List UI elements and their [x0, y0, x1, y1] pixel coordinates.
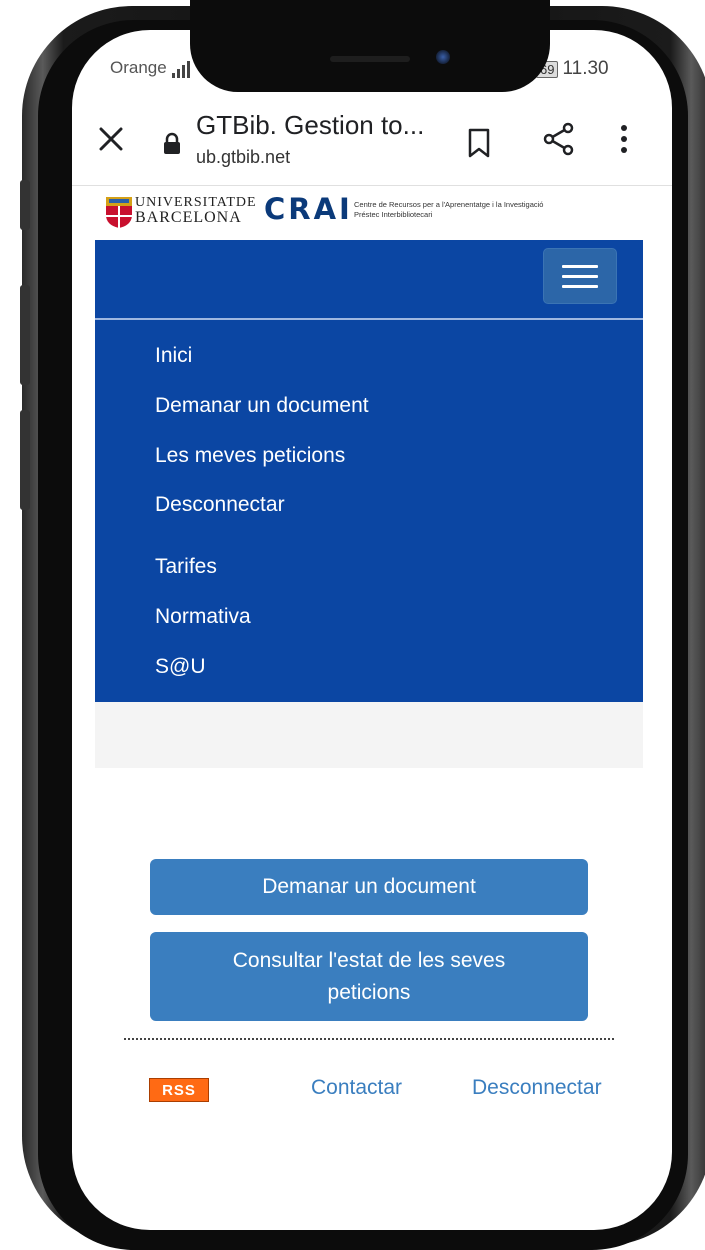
request-document-button[interactable]: Demanar un document — [150, 859, 588, 915]
nav-item-desconnectar[interactable]: Desconnectar — [155, 493, 285, 517]
front-camera — [436, 50, 450, 64]
request-document-label: Demanar un document — [262, 875, 476, 898]
crai-subtitle-line1: Centre de Recursos per a l'Aprenentatge … — [354, 200, 544, 209]
check-requests-label-line2: peticions — [327, 980, 411, 1004]
crai-subtitle: Centre de Recursos per a l'Aprenentatge … — [354, 200, 543, 220]
nav-item-tarifes[interactable]: Tarifes — [155, 555, 217, 579]
content-band — [95, 702, 643, 768]
more-vert-icon[interactable] — [618, 124, 630, 154]
phone-speaker — [330, 56, 410, 62]
university-shield-logo — [106, 197, 132, 228]
university-line1: UNIVERSITATDE — [135, 195, 257, 210]
status-right: 69 11.30 — [536, 58, 609, 80]
hamburger-menu-icon[interactable] — [543, 248, 617, 304]
contact-link[interactable]: Contactar — [311, 1076, 402, 1100]
close-icon[interactable] — [96, 124, 126, 154]
footer-divider — [124, 1038, 614, 1040]
bookmark-icon[interactable] — [467, 128, 491, 158]
university-logo-text: UNIVERSITATDE BARCELONA — [135, 195, 257, 226]
share-icon[interactable] — [542, 122, 576, 156]
nav-item-sau[interactable]: S@U — [155, 655, 206, 679]
browser-divider — [72, 185, 672, 186]
phone-volume-up — [20, 285, 30, 385]
phone-notch — [190, 0, 550, 92]
phone-side-button — [20, 180, 30, 230]
carrier-label: Orange — [110, 58, 167, 77]
nav-item-inici[interactable]: Inici — [155, 344, 192, 368]
check-requests-label-line1: Consultar l'estat de les seves — [232, 948, 506, 972]
logout-link[interactable]: Desconnectar — [472, 1076, 602, 1100]
crai-subtitle-line2: Préstec Interbibliotecari — [354, 210, 433, 219]
rss-icon[interactable]: RSS — [149, 1078, 209, 1102]
nav-item-normativa[interactable]: Normativa — [155, 605, 251, 629]
page-title[interactable]: GTBib. Gestion to... — [196, 110, 424, 141]
lock-icon — [164, 132, 180, 154]
nav-item-demanar-document[interactable]: Demanar un document — [155, 394, 369, 418]
signal-icon — [172, 60, 190, 78]
url-text[interactable]: ub.gtbib.net — [196, 147, 290, 168]
phone-volume-down — [20, 410, 30, 510]
navbar — [95, 240, 643, 702]
clock: 11.30 — [562, 58, 609, 79]
university-line2: BARCELONA — [135, 209, 242, 226]
nav-item-meves-peticions[interactable]: Les meves peticions — [155, 444, 345, 468]
crai-logo[interactable]: CRAI — [264, 192, 353, 226]
nav-divider — [95, 318, 643, 320]
check-requests-button[interactable]: Consultar l'estat de les seves peticions — [150, 932, 588, 1021]
